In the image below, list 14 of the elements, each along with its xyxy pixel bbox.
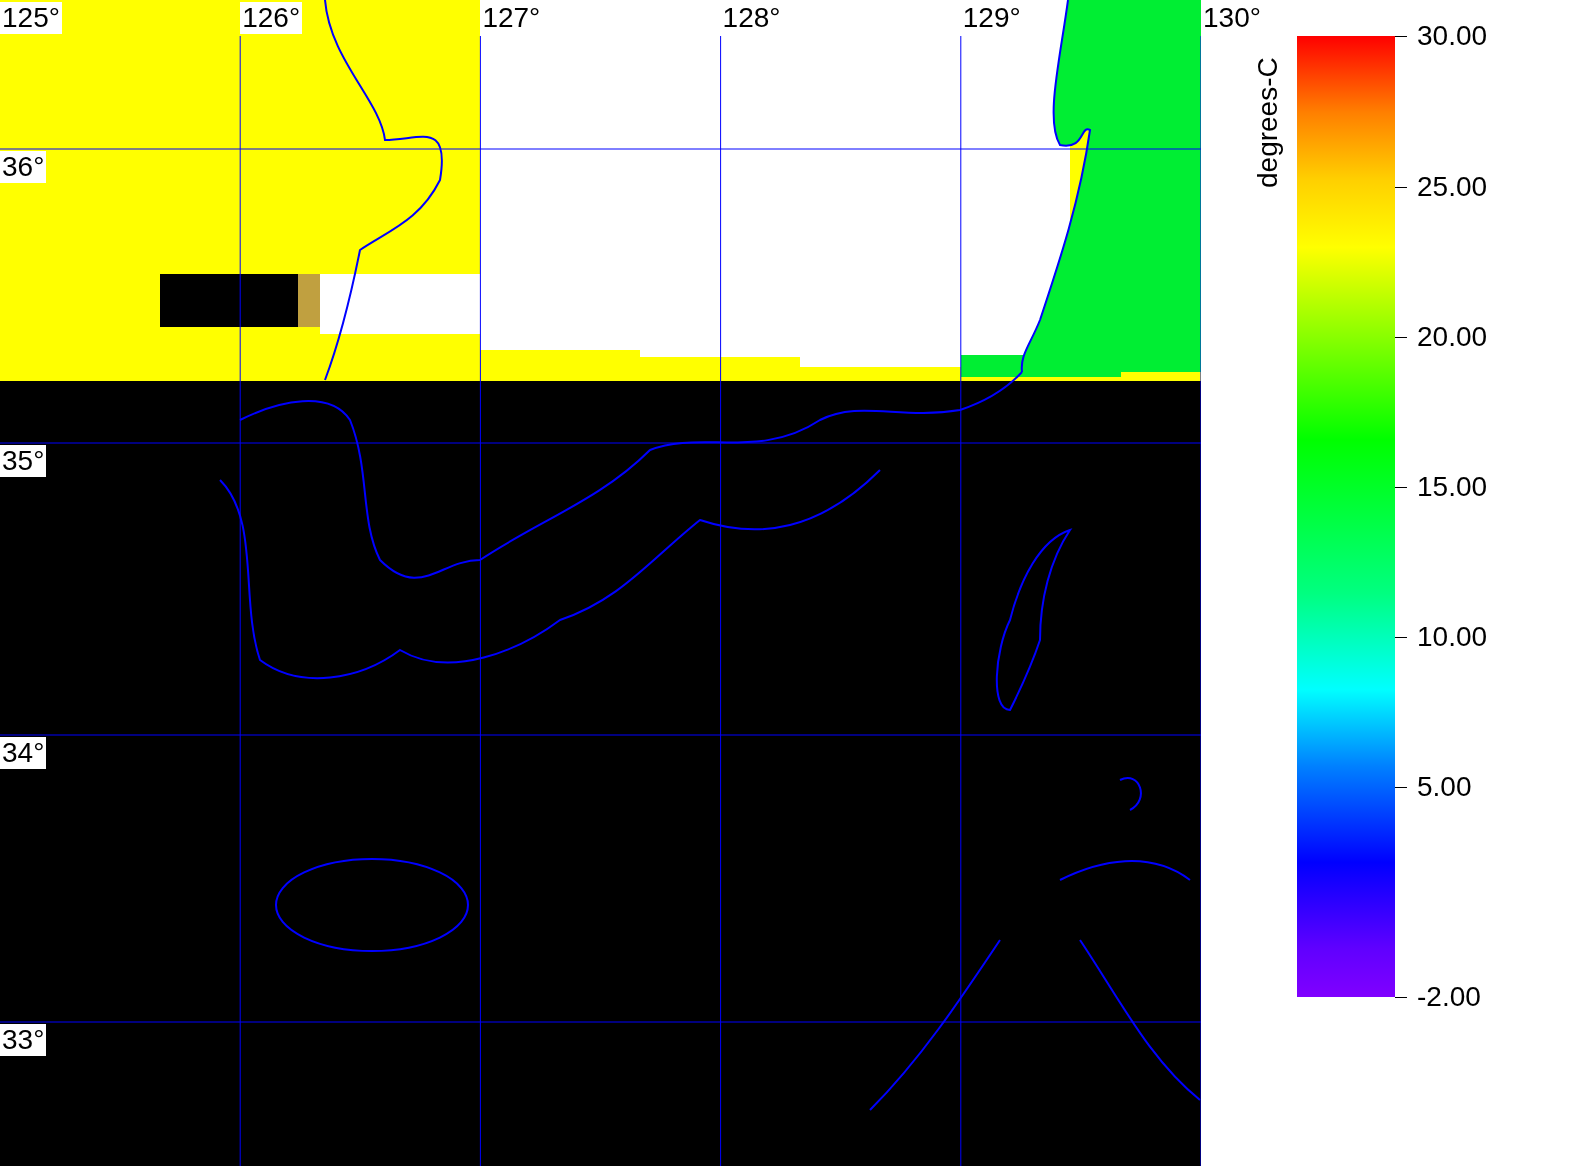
longitude-label: 125° (0, 2, 62, 34)
longitude-label: 126° (240, 2, 303, 34)
tick-label: 5.00 (1417, 772, 1472, 802)
tick-label: 10.00 (1417, 622, 1488, 652)
latitude-label: 35° (0, 445, 47, 477)
latitude-label: 34° (0, 737, 47, 769)
tick-label: 15.00 (1417, 472, 1488, 502)
latitude-label: 36° (0, 151, 47, 183)
tick-label: 20.00 (1417, 322, 1488, 352)
latitude-label: 33° (0, 1024, 47, 1056)
unit-label: degrees-C (1253, 57, 1283, 188)
tick-label: 30.00 (1417, 21, 1488, 51)
tick-label: 25.00 (1417, 172, 1488, 202)
tick-label: -2.00 (1417, 982, 1481, 1012)
